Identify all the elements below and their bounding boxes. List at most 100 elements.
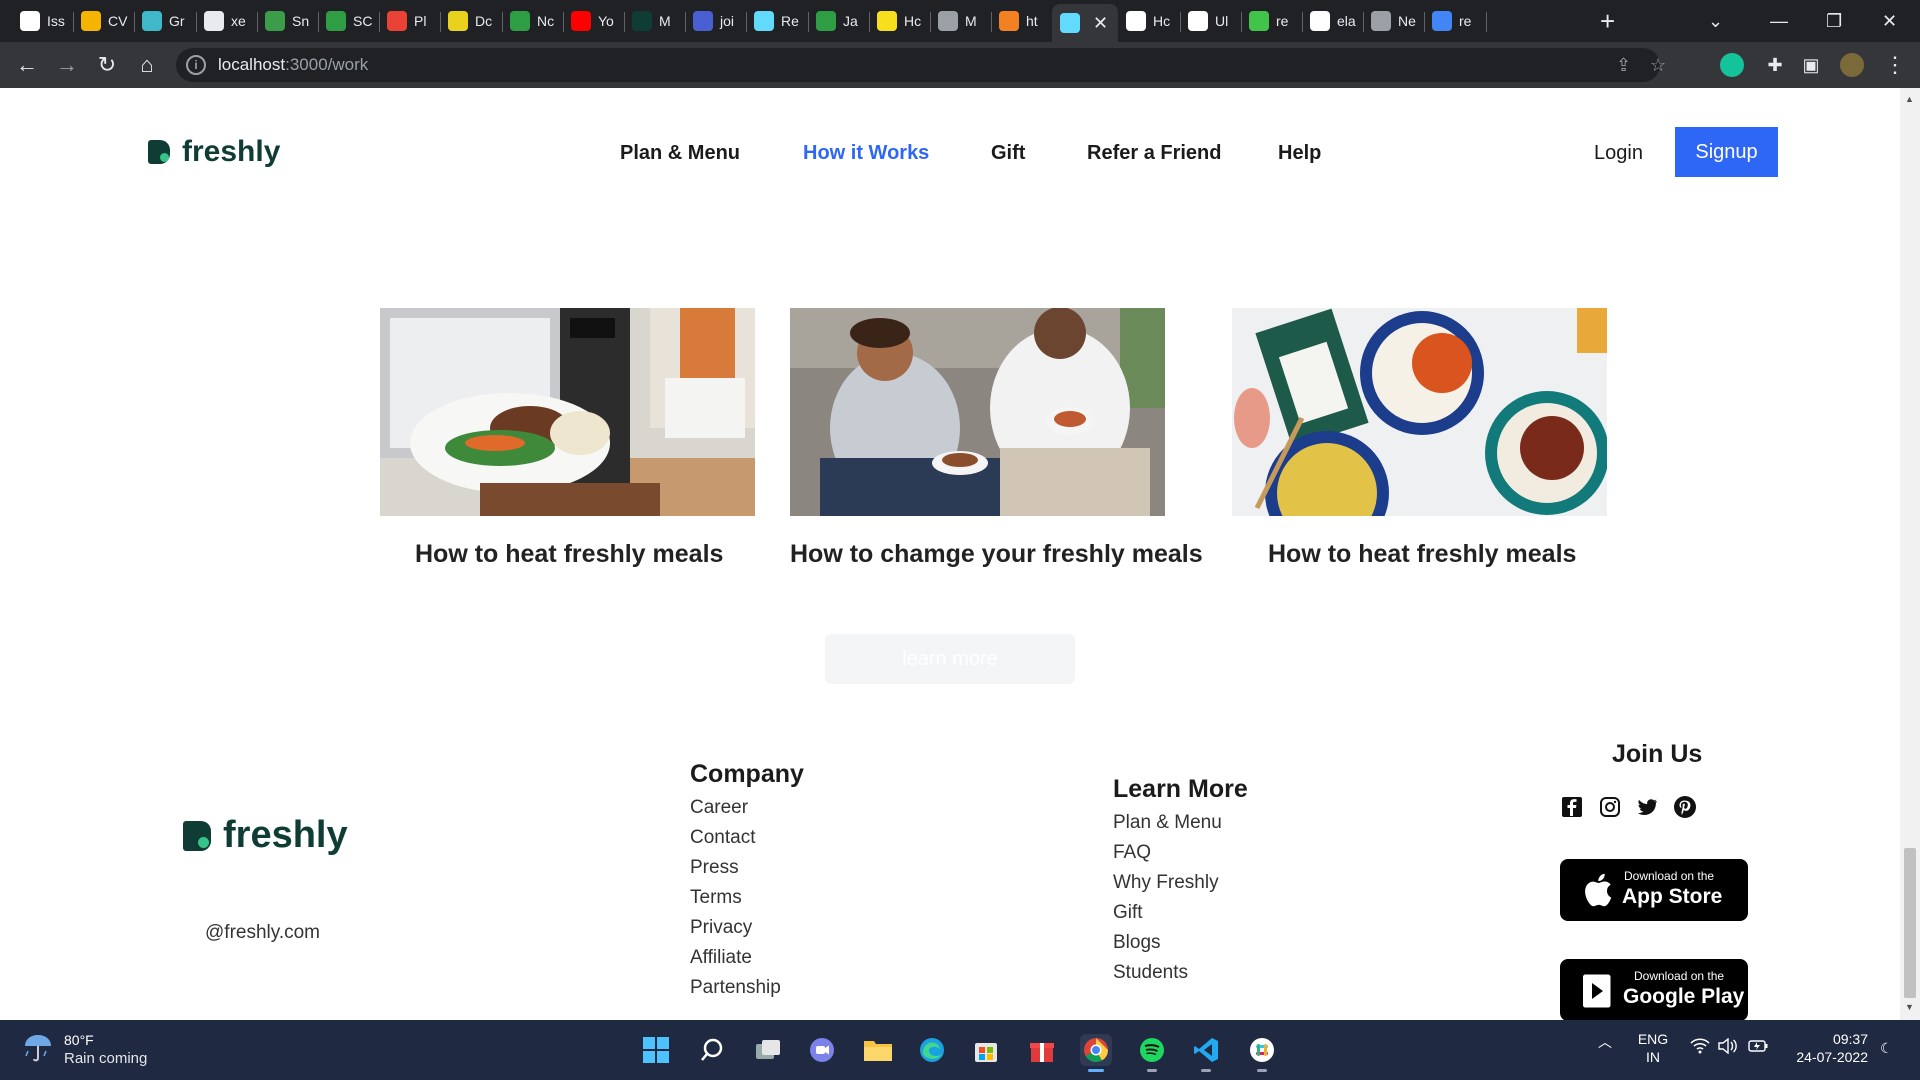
volume-icon[interactable] <box>1718 1037 1738 1057</box>
facebook-icon[interactable] <box>1561 796 1583 818</box>
footer-link-blogs[interactable]: Blogs <box>1113 928 1222 958</box>
footer-link-faq[interactable]: FAQ <box>1113 838 1222 868</box>
footer-link-terms[interactable]: Terms <box>690 883 781 913</box>
grammarly-extension-icon[interactable] <box>1720 53 1744 77</box>
signup-button[interactable]: Signup <box>1675 127 1778 177</box>
footer-link-why-freshly[interactable]: Why Freshly <box>1113 868 1222 898</box>
card-title[interactable]: How to heat freshly meals <box>1268 540 1576 569</box>
site-info-icon[interactable]: i <box>186 55 206 75</box>
browser-tab[interactable]: ht <box>991 4 1052 38</box>
microsoft-store-icon[interactable] <box>970 1034 1002 1066</box>
nav-gift[interactable]: Gift <box>991 142 1025 165</box>
browser-tab[interactable]: SC <box>318 4 379 38</box>
system-clock[interactable]: 09:37 24-07-2022 <box>1788 1030 1868 1066</box>
pinterest-icon[interactable] <box>1673 795 1697 819</box>
footer-link-press[interactable]: Press <box>690 853 781 883</box>
spotify-icon[interactable] <box>1136 1034 1168 1072</box>
browser-tab[interactable]: Gr <box>134 4 195 38</box>
extensions-puzzle-icon[interactable]: ✚ <box>1760 50 1790 80</box>
new-tab-button[interactable]: + <box>1600 6 1615 36</box>
footer-logo[interactable]: freshly <box>183 814 348 857</box>
login-link[interactable]: Login <box>1594 142 1643 165</box>
footer-link-contact[interactable]: Contact <box>690 823 781 853</box>
footer-email[interactable]: @freshly.com <box>205 922 320 944</box>
close-window-icon[interactable]: ✕ <box>1882 6 1897 36</box>
scrollbar-thumb[interactable] <box>1904 848 1916 998</box>
windows-start-icon[interactable] <box>640 1034 672 1066</box>
page-scrollbar[interactable]: ▲ ▼ <box>1900 88 1920 1020</box>
browser-tab[interactable]: Re <box>746 4 807 38</box>
language-indicator[interactable]: ENG IN <box>1636 1030 1670 1066</box>
weather-widget[interactable]: 80°F Rain coming <box>22 1032 147 1069</box>
footer-link-partenship[interactable]: Partenship <box>690 973 781 1003</box>
browser-tab[interactable]: Pl <box>379 4 440 38</box>
bookmark-star-icon[interactable]: ☆ <box>1650 55 1666 76</box>
learn-more-button[interactable]: learn more <box>825 634 1075 684</box>
browser-tab[interactable]: Ja <box>808 4 869 38</box>
footer-link-privacy[interactable]: Privacy <box>690 913 781 943</box>
twitter-icon[interactable] <box>1636 796 1658 818</box>
nav-how-it-works[interactable]: How it Works <box>803 142 929 165</box>
google-play-badge[interactable]: Download on the Google Play <box>1560 959 1748 1020</box>
tray-overflow-icon[interactable]: ︿ <box>1598 1032 1612 1052</box>
browser-tab[interactable]: re <box>1241 4 1302 38</box>
browser-tab[interactable]: Sn <box>257 4 318 38</box>
instagram-icon[interactable] <box>1599 796 1621 818</box>
menu-kebab-icon[interactable]: ⋮ <box>1880 50 1910 80</box>
nav-help[interactable]: Help <box>1278 142 1321 165</box>
home-icon[interactable]: ⌂ <box>132 50 162 80</box>
back-icon[interactable]: ← <box>12 50 42 80</box>
browser-tab[interactable]: M <box>930 4 991 38</box>
browser-tab[interactable]: M <box>624 4 685 38</box>
header-logo[interactable]: freshly <box>148 135 280 169</box>
footer-link-career[interactable]: Career <box>690 793 781 823</box>
battery-icon[interactable] <box>1748 1038 1768 1057</box>
browser-tab[interactable]: CV <box>73 4 134 38</box>
browser-tab[interactable]: xe <box>196 4 257 38</box>
browser-tab[interactable]: re <box>1424 4 1485 38</box>
side-panel-icon[interactable]: ▣ <box>1796 50 1826 80</box>
restore-icon[interactable]: ❐ <box>1826 6 1842 36</box>
browser-tab[interactable]: Hc <box>1118 4 1179 38</box>
browser-tab[interactable]: ela <box>1302 4 1363 38</box>
teams-chat-icon[interactable] <box>806 1034 838 1066</box>
meal-card[interactable]: How to chamge your freshly meals <box>790 308 1203 568</box>
minimize-icon[interactable]: — <box>1770 6 1788 36</box>
browser-tab[interactable]: Ul <box>1180 4 1241 38</box>
vscode-icon[interactable] <box>1190 1034 1222 1072</box>
browser-tab[interactable]: joi <box>685 4 746 38</box>
gift-app-icon[interactable] <box>1026 1034 1058 1066</box>
browser-tab[interactable]: Hc <box>869 4 930 38</box>
edge-browser-icon[interactable] <box>916 1034 948 1066</box>
url-text[interactable]: localhost:3000/work <box>218 55 368 75</box>
browser-tab[interactable]: Nc <box>502 4 563 38</box>
footer-link-plan-menu[interactable]: Plan & Menu <box>1113 808 1222 838</box>
meal-card[interactable]: How to heat freshly meals <box>1232 308 1607 568</box>
reload-icon[interactable]: ↻ <box>92 50 122 80</box>
tab-search-icon[interactable]: ⌄ <box>1708 6 1723 36</box>
browser-tab-active[interactable]: ✕ <box>1052 4 1118 42</box>
share-icon[interactable]: ⇪ <box>1616 55 1631 76</box>
browser-tab[interactable]: Ne <box>1363 4 1424 38</box>
browser-tab[interactable]: Dc <box>440 4 501 38</box>
footer-link-affiliate[interactable]: Affiliate <box>690 943 781 973</box>
scroll-up-arrow-icon[interactable]: ▲ <box>1905 94 1914 104</box>
address-bar[interactable]: i localhost:3000/work ⇪ ☆ <box>176 48 1666 82</box>
notifications-moon-icon[interactable]: ☾ <box>1880 1040 1893 1057</box>
file-explorer-icon[interactable] <box>862 1034 894 1066</box>
card-title[interactable]: How to chamge your freshly meals <box>790 540 1203 569</box>
footer-link-students[interactable]: Students <box>1113 958 1222 988</box>
nav-refer-a-friend[interactable]: Refer a Friend <box>1087 142 1221 165</box>
tab-close-icon[interactable]: ✕ <box>1093 13 1108 34</box>
nav-plan-menu[interactable]: Plan & Menu <box>620 142 740 165</box>
card-title[interactable]: How to heat freshly meals <box>415 540 723 569</box>
browser-tab[interactable]: Yo <box>563 4 624 38</box>
search-icon[interactable] <box>696 1034 728 1066</box>
footer-link-gift[interactable]: Gift <box>1113 898 1222 928</box>
task-view-icon[interactable] <box>752 1034 784 1066</box>
app-store-badge[interactable]: Download on the App Store <box>1560 859 1748 921</box>
meal-card[interactable]: How to heat freshly meals <box>380 308 755 568</box>
wifi-icon[interactable] <box>1690 1038 1710 1057</box>
scroll-down-arrow-icon[interactable]: ▼ <box>1905 1002 1914 1012</box>
browser-tab[interactable]: Iss <box>12 4 73 38</box>
